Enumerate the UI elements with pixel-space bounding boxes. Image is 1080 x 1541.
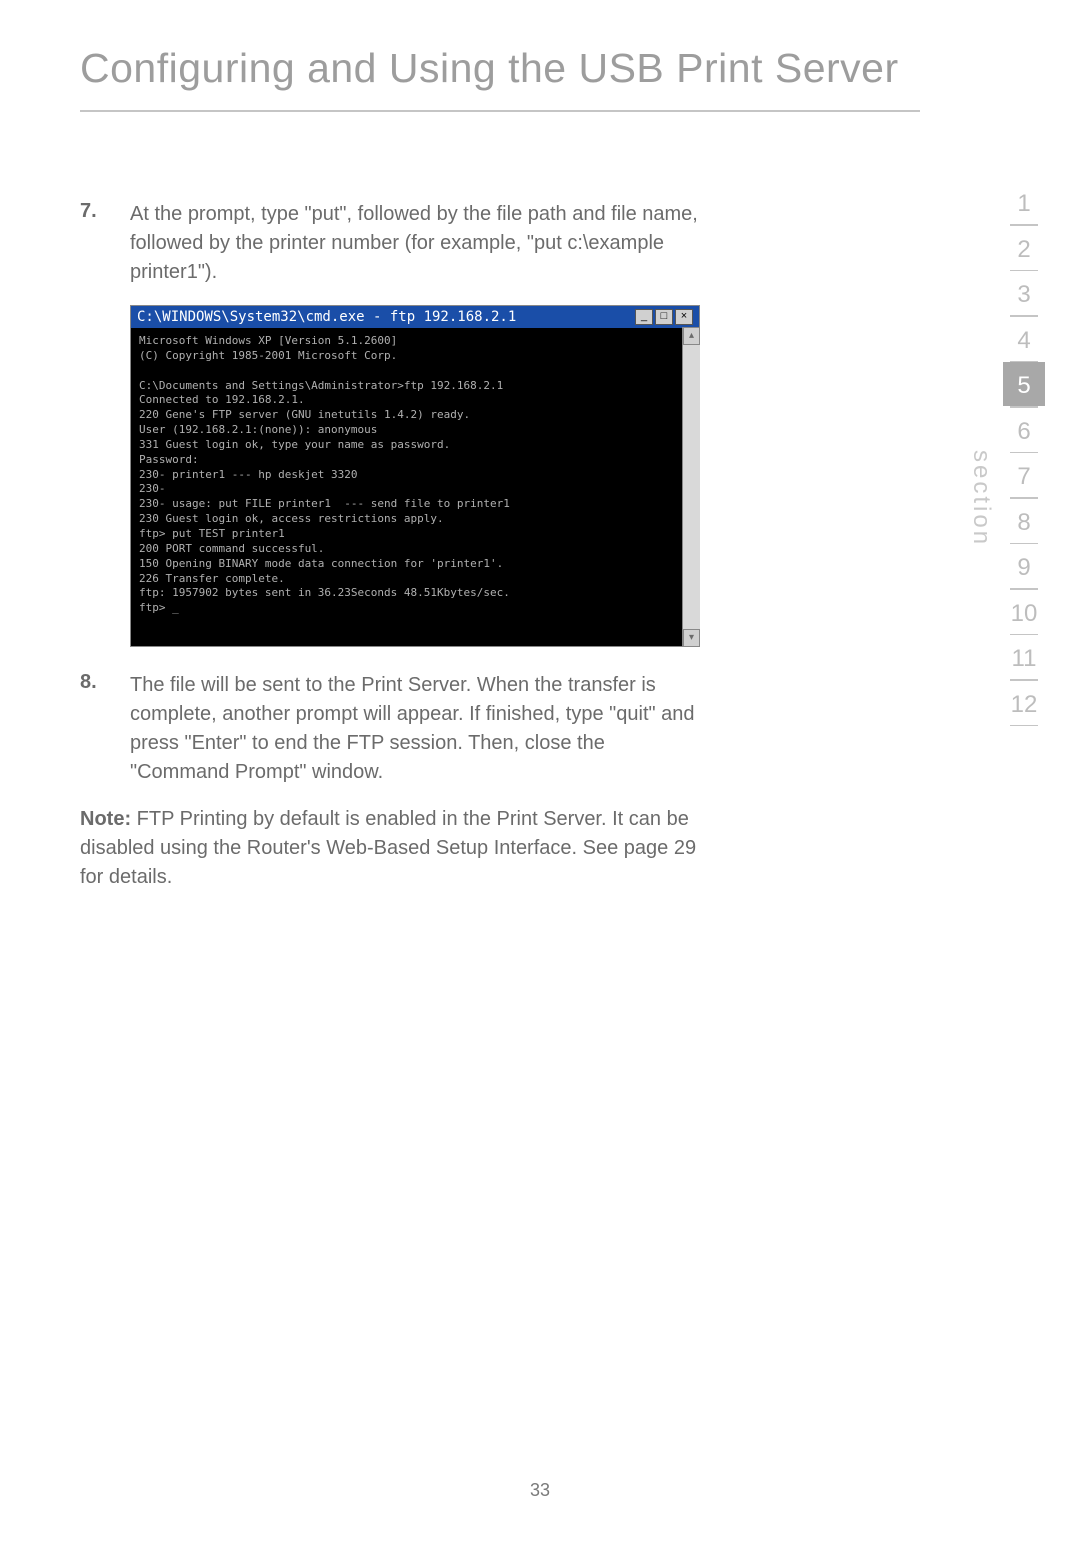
section-nav-item-8[interactable]: 8 <box>1003 499 1045 543</box>
window-titlebar: C:\WINDOWS\System32\cmd.exe - ftp 192.16… <box>131 306 699 328</box>
terminal-output: Microsoft Windows XP [Version 5.1.2600] … <box>131 328 699 646</box>
command-prompt-window: C:\WINDOWS\System32\cmd.exe - ftp 192.16… <box>130 305 700 647</box>
section-nav-divider <box>1010 725 1038 727</box>
step-7: 7. At the prompt, type "put", followed b… <box>80 200 700 287</box>
main-content: 7. At the prompt, type "put", followed b… <box>80 200 700 892</box>
section-label: section <box>967 450 995 547</box>
section-nav-item-1[interactable]: 1 <box>1003 180 1045 224</box>
section-nav-item-10[interactable]: 10 <box>1003 590 1045 634</box>
maximize-button[interactable]: □ <box>655 309 673 325</box>
scroll-down-button[interactable]: ▾ <box>683 629 700 647</box>
step-number: 8. <box>80 671 130 787</box>
screenshot-container: C:\WINDOWS\System32\cmd.exe - ftp 192.16… <box>80 305 700 647</box>
section-nav-item-4[interactable]: 4 <box>1003 317 1045 361</box>
step-text: The file will be sent to the Print Serve… <box>130 671 700 787</box>
scroll-up-button[interactable]: ▴ <box>683 327 700 345</box>
section-nav-item-5[interactable]: 5 <box>1003 362 1045 406</box>
section-nav-item-7[interactable]: 7 <box>1003 453 1045 497</box>
page-title: Configuring and Using the USB Print Serv… <box>80 45 899 92</box>
note-paragraph: Note: FTP Printing by default is enabled… <box>80 805 700 892</box>
title-underline <box>80 110 920 112</box>
section-nav-item-12[interactable]: 12 <box>1003 681 1045 725</box>
step-text: At the prompt, type "put", followed by t… <box>130 200 700 287</box>
page-number: 33 <box>530 1480 550 1501</box>
minimize-button[interactable]: _ <box>635 309 653 325</box>
section-nav-item-6[interactable]: 6 <box>1003 408 1045 452</box>
section-nav-item-2[interactable]: 2 <box>1003 226 1045 270</box>
section-nav-item-3[interactable]: 3 <box>1003 271 1045 315</box>
step-number: 7. <box>80 200 130 287</box>
step-8: 8. The file will be sent to the Print Se… <box>80 671 700 787</box>
scrollbar[interactable]: ▴ ▾ <box>682 327 700 647</box>
note-label: Note: <box>80 808 131 830</box>
section-nav-item-11[interactable]: 11 <box>1003 635 1045 679</box>
section-nav: 123456789101112 <box>1003 180 1045 726</box>
window-buttons: _ □ × <box>635 309 693 325</box>
window-title-text: C:\WINDOWS\System32\cmd.exe - ftp 192.16… <box>137 309 516 325</box>
section-nav-item-9[interactable]: 9 <box>1003 544 1045 588</box>
note-text: FTP Printing by default is enabled in th… <box>80 808 696 888</box>
close-button[interactable]: × <box>675 309 693 325</box>
